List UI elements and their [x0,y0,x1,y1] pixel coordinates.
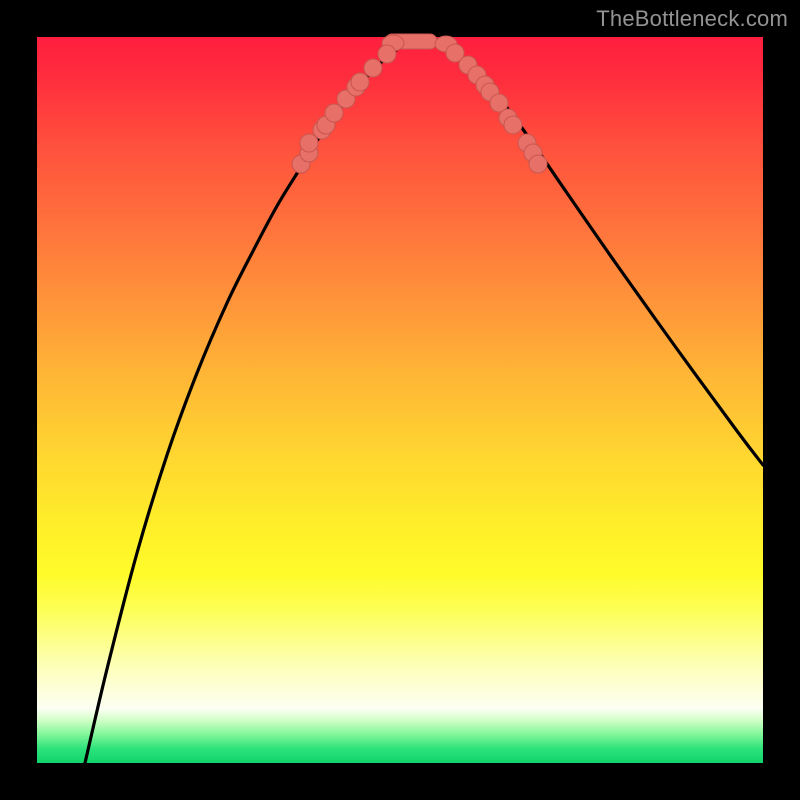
marker-dot [378,45,396,63]
bottleneck-curve [85,39,763,763]
marker-dot [325,104,343,122]
curve-group [85,34,763,763]
marker-dot [529,155,547,173]
marker-dot [364,59,382,77]
watermark-text: TheBottleneck.com [596,6,788,32]
marker-dot [351,73,369,91]
chart-svg [37,37,763,763]
chart-frame: TheBottleneck.com [0,0,800,800]
marker-dot [504,116,522,134]
